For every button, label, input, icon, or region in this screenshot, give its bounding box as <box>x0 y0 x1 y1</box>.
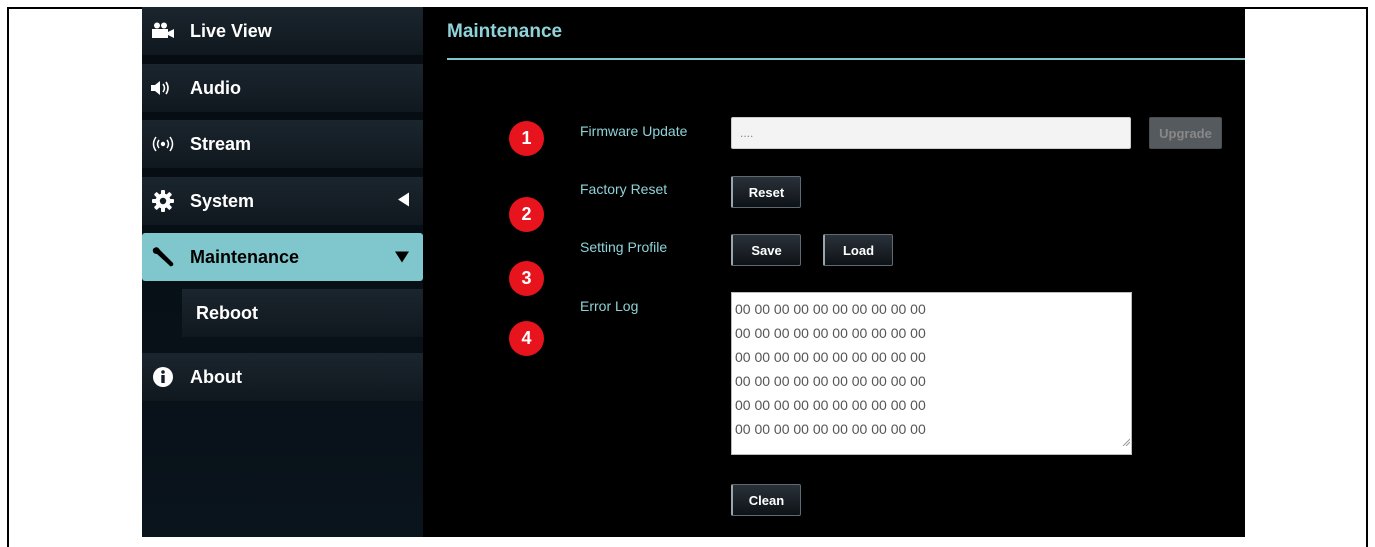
sidebar-item-live-view[interactable]: Live View <box>142 7 423 55</box>
title-divider <box>447 58 1245 60</box>
page-title: Maintenance <box>447 21 563 42</box>
gear-icon <box>150 190 176 212</box>
firmware-file-field[interactable]: .... <box>731 117 1131 149</box>
reset-button[interactable]: Reset <box>731 176 801 208</box>
load-button[interactable]: Load <box>823 234 893 266</box>
sidebar-item-label: Stream <box>190 133 252 154</box>
sidebar-item-about[interactable]: About <box>142 353 423 401</box>
log-line: 00 00 00 00 00 00 00 00 00 00 <box>735 301 926 317</box>
sidebar-item-label: Audio <box>190 77 241 98</box>
step-badge-2: 2 <box>509 197 544 232</box>
save-button[interactable]: Save <box>731 234 801 266</box>
log-line: 00 00 00 00 00 00 00 00 00 00 <box>735 397 926 413</box>
sidebar: Live View Audio Stream System Maintenanc… <box>142 7 423 537</box>
clean-button[interactable]: Clean <box>731 484 801 516</box>
setting-profile-label: Setting Profile <box>580 239 668 255</box>
speaker-icon <box>150 77 176 99</box>
chevron-left-icon <box>398 191 409 212</box>
sidebar-item-system[interactable]: System <box>142 177 423 225</box>
step-badge-1: 1 <box>509 121 544 156</box>
log-line: 00 00 00 00 00 00 00 00 00 00 <box>735 325 926 341</box>
error-log-textarea[interactable]: 00 00 00 00 00 00 00 00 00 00 00 00 00 0… <box>731 292 1132 455</box>
log-line: 00 00 00 00 00 00 00 00 00 00 <box>735 373 926 389</box>
factory-reset-label: Factory Reset <box>580 181 668 197</box>
wrench-icon <box>150 246 176 268</box>
sidebar-item-stream[interactable]: Stream <box>142 120 423 168</box>
step-badge-4: 4 <box>509 321 544 356</box>
sidebar-item-label: About <box>190 366 242 387</box>
camera-web-ui: Live View Audio Stream System Maintenanc… <box>142 7 1245 537</box>
sidebar-item-label: Maintenance <box>190 246 300 267</box>
firmware-update-label: Firmware Update <box>580 123 688 139</box>
info-icon <box>150 366 176 388</box>
resize-handle-icon[interactable] <box>1122 429 1131 453</box>
broadcast-icon <box>150 133 176 155</box>
upgrade-button[interactable]: Upgrade <box>1149 117 1222 149</box>
main-content: Maintenance 1 2 3 4 Firmware Update ....… <box>423 7 1245 537</box>
error-log-label: Error Log <box>580 298 639 314</box>
log-line: 00 00 00 00 00 00 00 00 00 00 <box>735 421 926 437</box>
sidebar-item-maintenance[interactable]: Maintenance <box>142 233 423 281</box>
sidebar-item-label: System <box>190 190 255 211</box>
sidebar-item-label: Reboot <box>196 302 258 323</box>
sidebar-item-audio[interactable]: Audio <box>142 64 423 112</box>
sidebar-item-label: Live View <box>190 20 272 41</box>
sidebar-subitem-reboot[interactable]: Reboot <box>182 289 423 337</box>
step-badge-3: 3 <box>509 261 544 296</box>
log-line: 00 00 00 00 00 00 00 00 00 00 <box>735 349 926 365</box>
camera-icon <box>150 20 176 42</box>
chevron-down-icon <box>395 247 409 268</box>
